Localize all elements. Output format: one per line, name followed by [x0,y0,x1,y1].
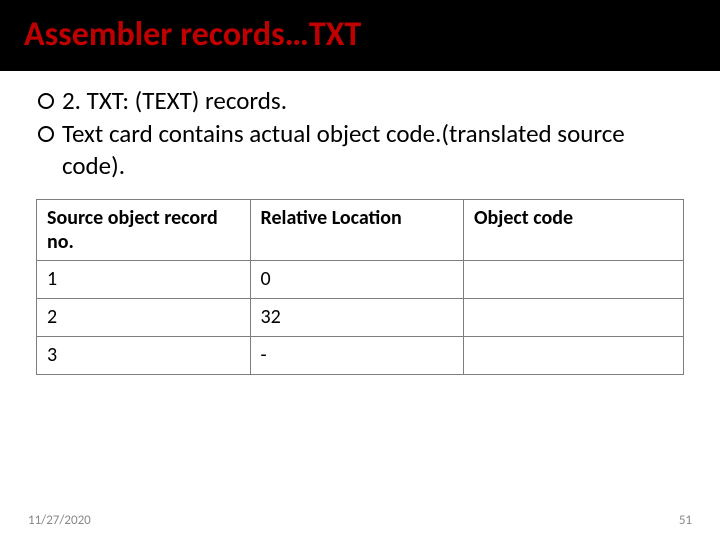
slide-footer: 11/27/2020 51 [0,513,720,528]
table-cell [464,298,684,336]
table-header-cell: Source object record no. [37,199,251,260]
bullet-item: 2. TXT: (TEXT) records. [38,85,692,116]
table-row: 1 0 [37,260,684,298]
table-row: 3 - [37,336,684,374]
table-container: Source object record no. Relative Locati… [36,199,684,375]
title-bar: Assembler records…TXT [0,0,720,71]
table-cell: 3 [37,336,251,374]
table-header-row: Source object record no. Relative Locati… [37,199,684,260]
bullet-list: 2. TXT: (TEXT) records. Text card contai… [38,85,692,181]
footer-page-number: 51 [679,513,692,528]
table-cell: 2 [37,298,251,336]
slide-title: Assembler records…TXT [24,14,696,55]
table-header-cell: Object code [464,199,684,260]
records-table: Source object record no. Relative Locati… [36,199,684,375]
table-cell: - [250,336,464,374]
table-row: 2 32 [37,298,684,336]
footer-date: 11/27/2020 [28,513,91,528]
table-cell [464,260,684,298]
table-header-cell: Relative Location [250,199,464,260]
table-cell: 32 [250,298,464,336]
table-cell: 0 [250,260,464,298]
slide-content: 2. TXT: (TEXT) records. Text card contai… [0,71,720,375]
table-cell [464,336,684,374]
table-cell: 1 [37,260,251,298]
bullet-item: Text card contains actual object code.(t… [38,118,692,181]
